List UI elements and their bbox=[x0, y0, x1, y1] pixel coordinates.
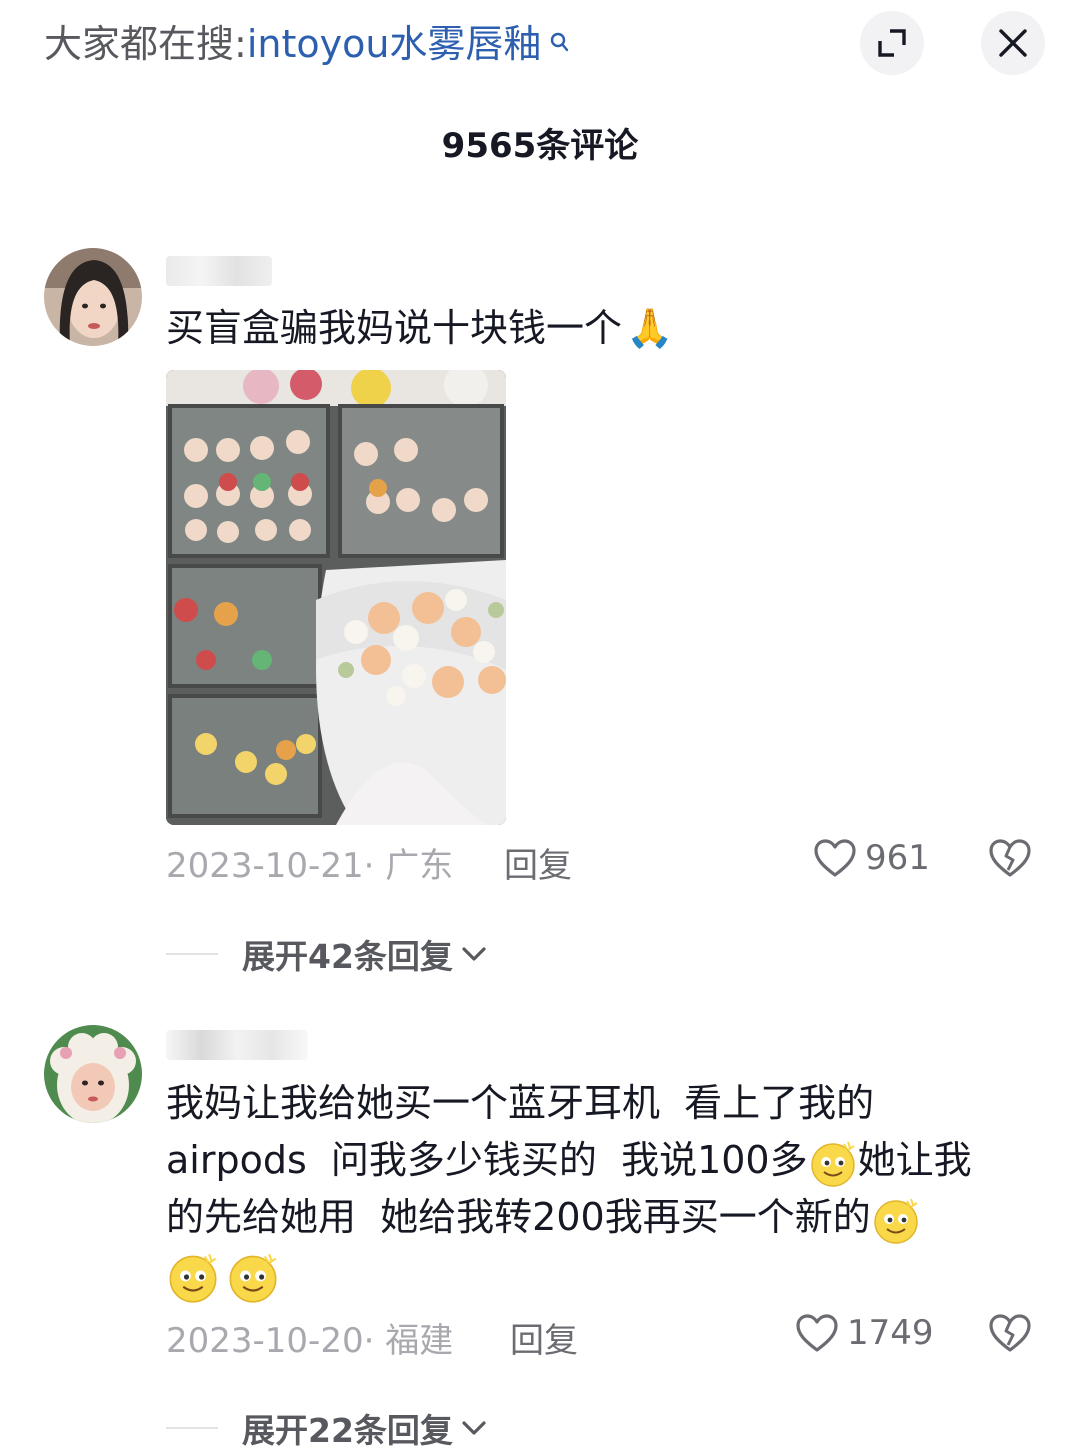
comment-text: 我妈让我给她买一个蓝牙耳机 看上了我的 airpods 问我多少钱买的 我说10… bbox=[166, 1075, 1026, 1304]
broken-heart-icon bbox=[989, 1314, 1031, 1352]
smiling-emoji bbox=[808, 1138, 858, 1188]
praying-hands-emoji: 🙏 bbox=[626, 306, 674, 350]
search-suggestion[interactable]: 大家都在搜:intoyou水雾唇釉 bbox=[44, 18, 570, 70]
reply-button[interactable]: 回复 bbox=[504, 838, 572, 887]
comment-text: 买盲盒骗我妈说十块钱一个 🙏 bbox=[166, 300, 1026, 357]
search-suggestion-prefix: 大家都在搜: bbox=[44, 22, 247, 66]
comment-line: 我妈让我给她买一个蓝牙耳机 看上了我的 bbox=[166, 1081, 875, 1125]
chevron-down-icon bbox=[462, 1421, 486, 1435]
expand-replies[interactable]: 展开42条回复 bbox=[166, 930, 487, 978]
expand-replies-label: 展开22条回复 bbox=[242, 1411, 453, 1450]
comment-line-part: 她让我 bbox=[857, 1138, 972, 1182]
comment-line bbox=[166, 1246, 1026, 1304]
divider bbox=[166, 1427, 218, 1429]
comment-line-part: airpods 问我多少钱买的 我说100多 bbox=[166, 1138, 808, 1182]
comment-date-location: 2023-10-20· 福建 bbox=[166, 1321, 454, 1361]
broken-heart-icon bbox=[989, 839, 1031, 877]
like-count: 1749 bbox=[847, 1313, 934, 1353]
expand-replies[interactable]: 展开22条回复 bbox=[166, 1404, 487, 1452]
comment-count-title: 9565条评论 bbox=[441, 126, 639, 166]
expand-button[interactable] bbox=[860, 11, 924, 75]
like-count: 961 bbox=[865, 838, 930, 878]
smiling-emoji bbox=[166, 1250, 220, 1304]
comment-line-part: 的先给她用 她给我转200我再买一个新的 bbox=[166, 1195, 871, 1239]
like-button[interactable]: 1749 bbox=[795, 1313, 934, 1353]
username-redacted bbox=[166, 256, 272, 286]
comment-date-location: 2023-10-21· 广东 bbox=[166, 846, 454, 886]
top-bar: 大家都在搜:intoyou水雾唇釉 bbox=[0, 0, 1080, 90]
avatar[interactable] bbox=[44, 248, 142, 346]
avatar[interactable] bbox=[44, 1025, 142, 1123]
divider bbox=[166, 953, 218, 955]
like-button[interactable]: 961 bbox=[813, 838, 930, 878]
close-button[interactable] bbox=[981, 11, 1045, 75]
close-icon bbox=[999, 29, 1027, 57]
chevron-down-icon bbox=[462, 947, 486, 961]
comment-line: 的先给她用 她给我转200我再买一个新的 bbox=[166, 1189, 1026, 1246]
smiling-emoji bbox=[226, 1250, 280, 1304]
search-suggestion-query[interactable]: intoyou水雾唇釉 bbox=[247, 22, 542, 66]
expand-replies-label: 展开42条回复 bbox=[242, 937, 453, 976]
dislike-button[interactable] bbox=[988, 1313, 1032, 1357]
dislike-button[interactable] bbox=[988, 838, 1032, 882]
comment-line: airpods 问我多少钱买的 我说100多 她让我 bbox=[166, 1132, 1026, 1189]
comment-text-body: 买盲盒骗我妈说十块钱一个 bbox=[166, 306, 623, 350]
heart-icon bbox=[814, 839, 856, 877]
search-icon bbox=[543, 32, 570, 60]
expand-icon bbox=[878, 29, 906, 57]
reply-button[interactable]: 回复 bbox=[510, 1313, 578, 1362]
smiling-emoji bbox=[871, 1195, 921, 1245]
comment-photo[interactable] bbox=[166, 370, 506, 825]
heart-icon bbox=[796, 1314, 838, 1352]
username-redacted bbox=[166, 1030, 308, 1060]
